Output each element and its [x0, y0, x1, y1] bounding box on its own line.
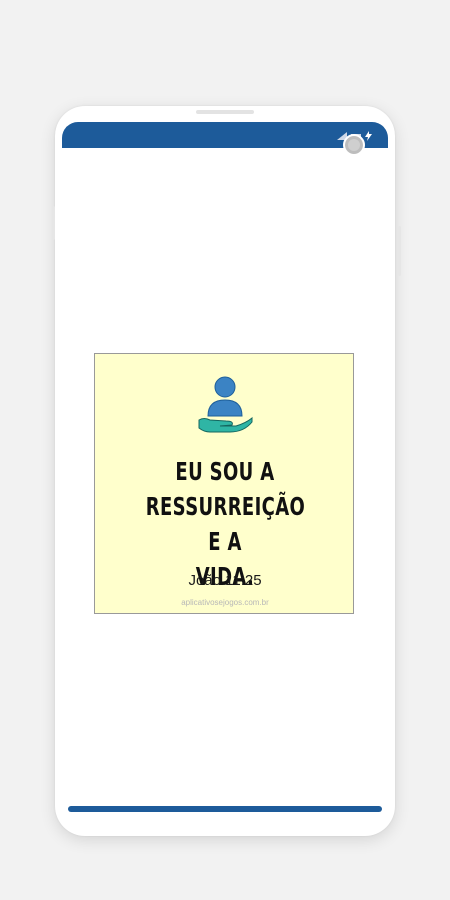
volume-button [398, 226, 401, 276]
verse-card[interactable]: EU SOU A RESSURREIÇÃO E A VIDA. João 11:… [94, 353, 354, 614]
earpiece-speaker [196, 110, 254, 114]
bottom-bar [68, 806, 382, 812]
watermark: aplicativosejogos.com.br [181, 598, 269, 607]
power-button [52, 206, 55, 240]
status-bar [62, 122, 388, 148]
verse-reference: João 11:25 [188, 572, 262, 589]
front-camera [343, 134, 365, 156]
battery-charging-icon [365, 131, 372, 141]
verse-line: RESSURREIÇÃO E A [145, 492, 306, 556]
person-in-hand-icon [198, 376, 253, 433]
verse-line: EU SOU A [175, 457, 275, 486]
